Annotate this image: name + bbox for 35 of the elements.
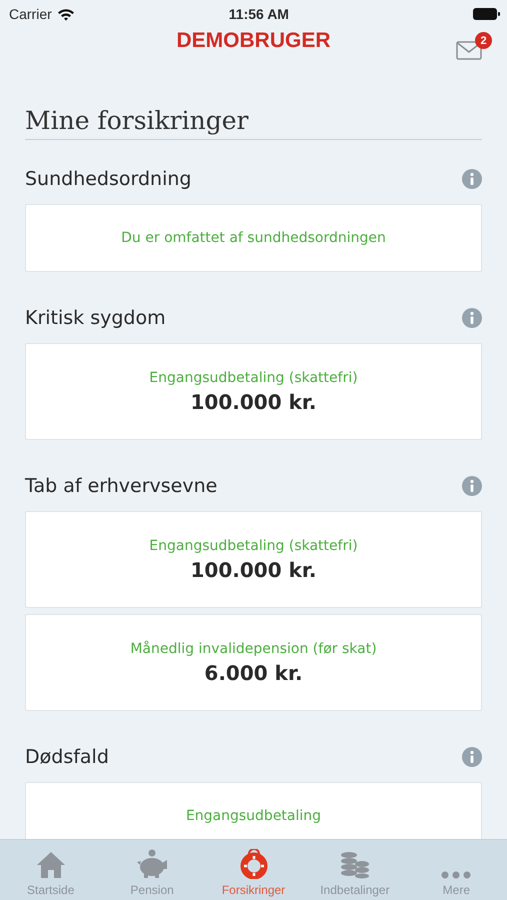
piggy-bank-icon [136,849,168,879]
messages-button[interactable]: 2 [456,32,492,61]
coverage-label: Engangsudbetaling (skattefri) [149,538,358,554]
unread-badge: 2 [475,32,492,49]
info-icon[interactable] [462,169,482,189]
tab-item[interactable]: Forsikringer [202,840,304,900]
page-title: Mine forsikringer [25,106,482,140]
coverage-amount: 100.000 kr. [190,558,316,582]
section-heading: Kritisk sygdom [25,307,166,329]
lifebuoy-icon [240,849,268,879]
coverage-amount: 6.000 kr. [204,660,303,684]
coverage-label: Månedlig invalidepension (før skat) [130,640,377,656]
coverage-label: Du er omfattet af sundhedsordningen [121,230,386,246]
coverage-amount: 100.000 kr. [190,390,316,414]
tab-item[interactable]: Startside [0,840,102,900]
tab-item[interactable]: Pension [101,840,203,900]
carrier-name: Carrier [9,6,52,22]
more-icon [441,871,472,879]
app-title: DEMOBRUGER [176,29,330,53]
coverage-label: Engangsudbetaling [186,808,322,824]
tab-item[interactable]: Mere [406,840,507,900]
envelope-icon [456,41,482,60]
tab-item[interactable]: Indbetalinger [304,840,406,900]
info-icon[interactable] [462,476,482,496]
battery-icon [473,8,500,20]
section-heading: Tab af erhvervsevne [25,475,218,497]
coins-icon [340,851,370,879]
house-icon [36,851,66,879]
info-icon[interactable] [462,747,482,767]
coverage-label: Engangsudbetaling (skattefri) [149,370,358,386]
wifi-icon [56,8,75,20]
status-time: 11:56 AM [228,6,289,22]
section-heading: Dødsfald [25,746,109,768]
info-icon[interactable] [462,308,482,328]
section-heading: Sundhedsordning [25,168,192,190]
